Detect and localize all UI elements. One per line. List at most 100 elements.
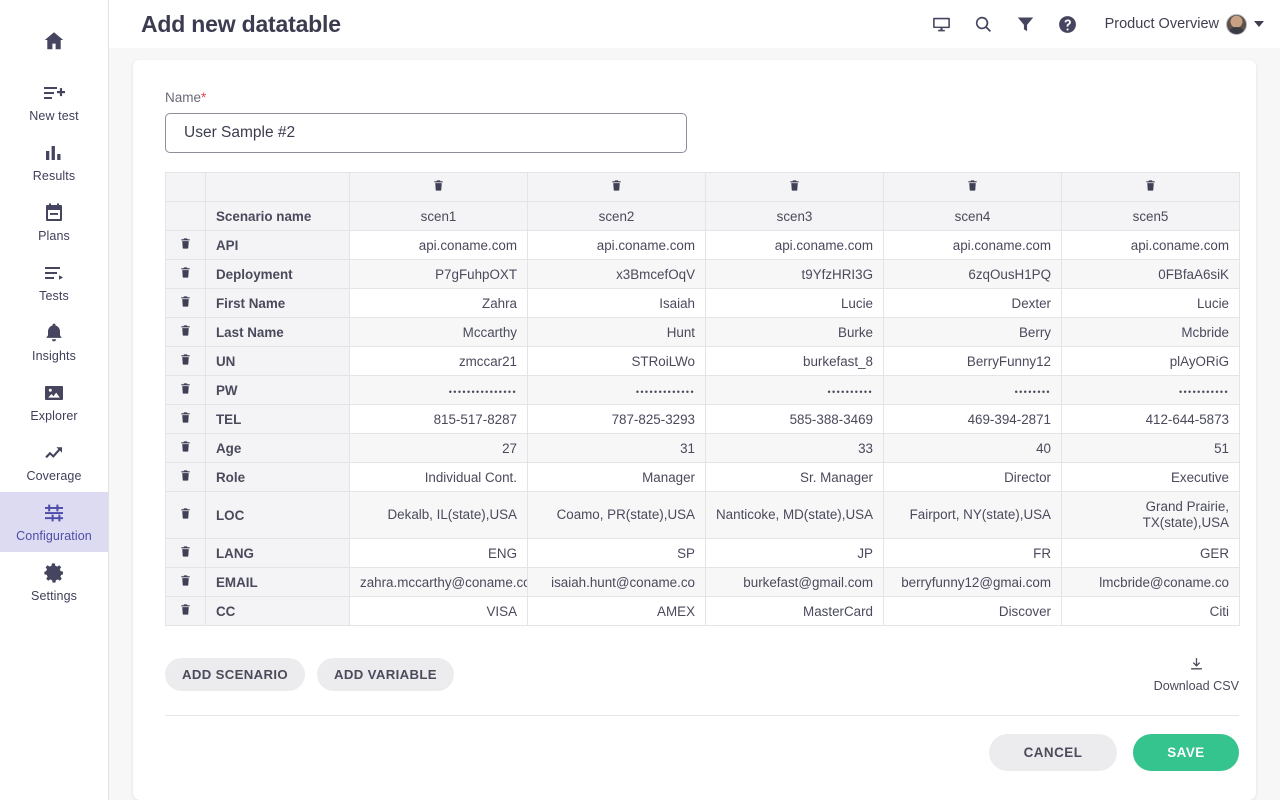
delete-variable-last-name[interactable] [166,318,206,347]
cell-last-name-scen5[interactable]: Mcbride [1062,318,1240,347]
cell-age-scen4[interactable]: 40 [884,434,1062,463]
cell-un-scen4[interactable]: BerryFunny12 [884,347,1062,376]
delete-scenario-1[interactable] [350,173,528,202]
trash-icon[interactable] [179,381,192,396]
cell-last-name-scen3[interactable]: Burke [706,318,884,347]
delete-variable-email[interactable] [166,568,206,597]
cell-lang-scen5[interactable]: GER [1062,539,1240,568]
trash-icon[interactable] [432,178,445,193]
delete-variable-cc[interactable] [166,597,206,626]
cell-un-scen2[interactable]: STRoiLWo [528,347,706,376]
cell-role-scen5[interactable]: Executive [1062,463,1240,492]
delete-variable-deployment[interactable] [166,260,206,289]
cell-api-scen4[interactable]: api.coname.com [884,231,1062,260]
scenario-header-5[interactable]: scen5 [1062,202,1240,231]
delete-variable-lang[interactable] [166,539,206,568]
sidebar-item-plans[interactable]: Plans [0,192,108,252]
cell-first-name-scen1[interactable]: Zahra [350,289,528,318]
trash-icon[interactable] [788,178,801,193]
cell-age-scen1[interactable]: 27 [350,434,528,463]
monitor-icon[interactable] [931,13,953,35]
cell-tel-scen2[interactable]: 787-825-3293 [528,405,706,434]
cell-last-name-scen4[interactable]: Berry [884,318,1062,347]
cell-un-scen3[interactable]: burkefast_8 [706,347,884,376]
cell-age-scen2[interactable]: 31 [528,434,706,463]
sidebar-item-coverage[interactable]: Coverage [0,432,108,492]
delete-variable-un[interactable] [166,347,206,376]
cell-cc-scen3[interactable]: MasterCard [706,597,884,626]
delete-variable-pw[interactable] [166,376,206,405]
cell-tel-scen4[interactable]: 469-394-2871 [884,405,1062,434]
trash-icon[interactable] [179,236,192,251]
trash-icon[interactable] [1144,178,1157,193]
cell-email-scen1[interactable]: zahra.mccarthy@coname.co [350,568,528,597]
cell-tel-scen3[interactable]: 585-388-3469 [706,405,884,434]
cell-loc-scen1[interactable]: Dekalb, IL(state),USA [350,492,528,539]
save-button[interactable]: SAVE [1133,734,1239,771]
cell-deployment-scen3[interactable]: t9YfzHRI3G [706,260,884,289]
cell-last-name-scen2[interactable]: Hunt [528,318,706,347]
sidebar-item-explorer[interactable]: Explorer [0,372,108,432]
cell-loc-scen3[interactable]: Nanticoke, MD(state),USA [706,492,884,539]
trash-icon[interactable] [966,178,979,193]
cell-first-name-scen5[interactable]: Lucie [1062,289,1240,318]
cell-cc-scen2[interactable]: AMEX [528,597,706,626]
delete-variable-loc[interactable] [166,492,206,539]
sidebar-item-results[interactable]: Results [0,132,108,192]
cell-pw-scen2[interactable]: ••••••••••••• [528,376,706,405]
trash-icon[interactable] [179,468,192,483]
cell-un-scen5[interactable]: plAyORiG [1062,347,1240,376]
trash-icon[interactable] [179,544,192,559]
trash-icon[interactable] [179,323,192,338]
cell-loc-scen5[interactable]: Grand Prairie, TX(state),USA [1062,492,1240,539]
trash-icon[interactable] [179,439,192,454]
delete-scenario-3[interactable] [706,173,884,202]
cell-first-name-scen2[interactable]: Isaiah [528,289,706,318]
cell-loc-scen4[interactable]: Fairport, NY(state),USA [884,492,1062,539]
delete-variable-age[interactable] [166,434,206,463]
cell-lang-scen3[interactable]: JP [706,539,884,568]
trash-icon[interactable] [179,573,192,588]
user-menu[interactable]: Product Overview [1105,14,1264,35]
cell-api-scen2[interactable]: api.coname.com [528,231,706,260]
delete-variable-first-name[interactable] [166,289,206,318]
trash-icon[interactable] [179,294,192,309]
help-icon[interactable] [1057,13,1079,35]
delete-variable-api[interactable] [166,231,206,260]
cell-last-name-scen1[interactable]: Mccarthy [350,318,528,347]
cell-pw-scen1[interactable]: ••••••••••••••• [350,376,528,405]
cell-tel-scen5[interactable]: 412-644-5873 [1062,405,1240,434]
cell-tel-scen1[interactable]: 815-517-8287 [350,405,528,434]
delete-variable-role[interactable] [166,463,206,492]
sidebar-item-configuration[interactable]: Configuration [0,492,108,552]
sidebar-item-insights[interactable]: Insights [0,312,108,372]
trash-icon[interactable] [179,506,192,521]
add-variable-button[interactable]: ADD VARIABLE [317,658,454,691]
download-csv-button[interactable]: Download CSV [1154,656,1239,693]
cell-role-scen3[interactable]: Sr. Manager [706,463,884,492]
cell-pw-scen3[interactable]: •••••••••• [706,376,884,405]
cell-deployment-scen4[interactable]: 6zqOusH1PQ [884,260,1062,289]
trash-icon[interactable] [179,352,192,367]
cell-age-scen3[interactable]: 33 [706,434,884,463]
scenario-header-3[interactable]: scen3 [706,202,884,231]
cell-api-scen3[interactable]: api.coname.com [706,231,884,260]
cell-email-scen5[interactable]: lmcbride@coname.co [1062,568,1240,597]
cell-role-scen1[interactable]: Individual Cont. [350,463,528,492]
add-scenario-button[interactable]: ADD SCENARIO [165,658,305,691]
filter-icon[interactable] [1015,13,1037,35]
sidebar-item-settings[interactable]: Settings [0,552,108,612]
name-input[interactable] [165,113,687,153]
cell-email-scen2[interactable]: isaiah.hunt@coname.co [528,568,706,597]
cell-cc-scen4[interactable]: Discover [884,597,1062,626]
cell-un-scen1[interactable]: zmccar21 [350,347,528,376]
delete-variable-tel[interactable] [166,405,206,434]
delete-scenario-2[interactable] [528,173,706,202]
cell-lang-scen1[interactable]: ENG [350,539,528,568]
cell-cc-scen1[interactable]: VISA [350,597,528,626]
cell-lang-scen4[interactable]: FR [884,539,1062,568]
trash-icon[interactable] [179,410,192,425]
delete-scenario-5[interactable] [1062,173,1240,202]
search-icon[interactable] [973,13,995,35]
scenario-header-1[interactable]: scen1 [350,202,528,231]
